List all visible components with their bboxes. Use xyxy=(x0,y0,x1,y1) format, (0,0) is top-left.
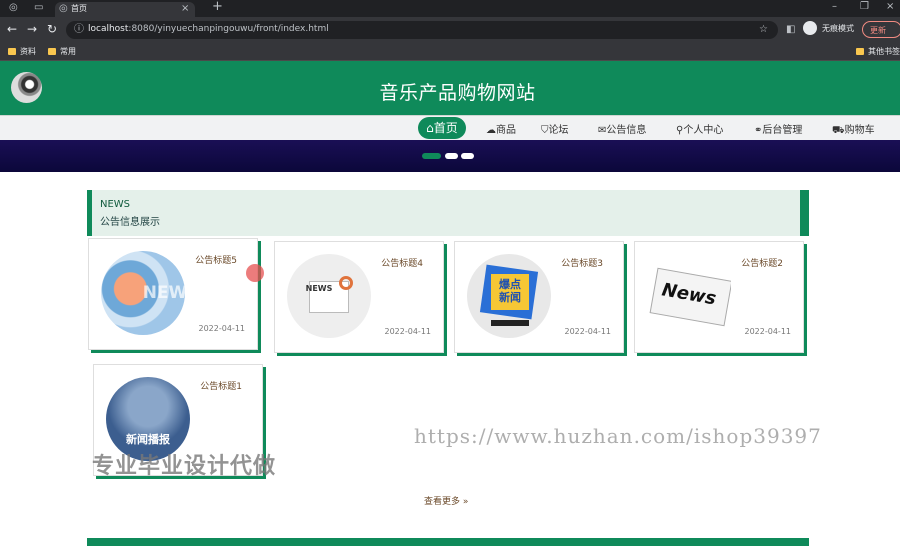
folder-icon xyxy=(8,48,16,55)
new-tab-button[interactable]: + xyxy=(212,0,223,13)
favicon-icon: ◎ xyxy=(59,3,68,14)
nav-item-cart[interactable]: ⛟购物车 xyxy=(832,121,875,138)
cart-icon: ⛟ xyxy=(832,125,845,136)
site-title: 音乐产品购物网站 xyxy=(379,82,536,104)
cloud-icon: ☁ xyxy=(486,125,496,136)
view-more-link[interactable]: 查看更多 » xyxy=(424,494,468,507)
section-title-zh: 公告信息展示 xyxy=(100,217,160,228)
globe-icon[interactable]: ◎ xyxy=(9,2,18,14)
folder-icon xyxy=(856,48,864,55)
shield-icon: ⛉ xyxy=(541,125,549,136)
nav-item-notices[interactable]: ✉公告信息 xyxy=(598,121,646,136)
notice-thumbnail: NEWS xyxy=(287,254,371,338)
notice-thumbnail: News xyxy=(647,254,731,338)
url-path: :8080/yinyuechanpingouwu/front/index.htm… xyxy=(128,24,329,34)
reload-icon[interactable]: ↻ xyxy=(47,23,57,35)
watermark-url: https://www.huzhan.com/ishop39397 xyxy=(414,424,822,448)
close-window-icon[interactable]: × xyxy=(886,1,894,13)
bookmark-star-icon[interactable]: ☆ xyxy=(759,24,768,36)
chevron-double-right-icon: » xyxy=(462,497,469,507)
next-section-header xyxy=(87,538,809,546)
notice-card[interactable]: News 公告标题2 2022-04-11 xyxy=(634,241,804,353)
notice-date: 2022-04-11 xyxy=(744,327,792,336)
info-icon[interactable]: ⓘ xyxy=(74,24,84,36)
thumbnail-caption: NEW xyxy=(142,283,185,303)
section-title-en: NEWS xyxy=(100,199,131,210)
nav-item-profile[interactable]: ⚲个人中心 xyxy=(676,121,723,136)
nav-item-forum[interactable]: ⛉论坛 xyxy=(541,121,569,136)
notice-section-header: NEWS 公告信息展示 xyxy=(87,190,809,236)
notice-card[interactable]: NEWS 公告标题4 2022-04-11 xyxy=(274,241,444,353)
address-bar[interactable]: ⓘ localhost:8080/yinyuechanpingouwu/fron… xyxy=(66,21,778,39)
carousel-dot-active[interactable] xyxy=(422,153,441,159)
folder-icon xyxy=(48,48,56,55)
home-icon: ⌂ xyxy=(426,121,434,135)
notice-date: 2022-04-11 xyxy=(198,324,246,333)
notice-title: 公告标题5 xyxy=(195,256,237,266)
notice-thumbnail: 爆点新闻 xyxy=(467,254,551,338)
back-icon[interactable]: ← xyxy=(7,23,17,35)
magnifier-icon xyxy=(339,276,353,290)
incognito-icon xyxy=(803,21,817,35)
mouse-cursor-icon xyxy=(246,264,264,282)
notice-title: 公告标题4 xyxy=(381,259,423,269)
thumbnail-caption: 爆点新闻 xyxy=(499,278,521,304)
update-button[interactable]: 更新 xyxy=(862,21,900,38)
tab-title: 首页 xyxy=(71,4,87,13)
url-text: localhost:8080/yinyuechanpingouwu/front/… xyxy=(88,24,329,34)
notice-section-header-inner: NEWS 公告信息展示 xyxy=(92,190,800,236)
notice-date: 2022-04-11 xyxy=(564,327,612,336)
watermark-text: 专业毕业设计代做 xyxy=(92,454,277,479)
nav-item-products[interactable]: ☁商品 xyxy=(486,121,516,136)
thumbnail-caption: 新闻播报 xyxy=(126,433,170,446)
tab-list-icon[interactable]: ▭ xyxy=(34,2,43,14)
notice-title: 公告标题1 xyxy=(200,382,242,392)
notice-title: 公告标题3 xyxy=(561,259,603,269)
main-nav: ⌂首页 ☁商品 ⛉论坛 ✉公告信息 ⚲个人中心 ⚭后台管理 ⛟购物车 xyxy=(0,115,900,140)
notice-date: 2022-04-11 xyxy=(384,327,432,336)
minimize-icon[interactable]: – xyxy=(832,1,837,13)
url-host: localhost xyxy=(88,24,129,34)
incognito-label: 无痕模式 xyxy=(822,24,854,33)
browser-toolbar: ← → ↻ ⓘ localhost:8080/yinyuechanpingouw… xyxy=(0,17,900,43)
carousel-dot[interactable] xyxy=(445,153,458,159)
site-header: 音乐产品购物网站 xyxy=(0,61,900,115)
carousel-dot[interactable] xyxy=(461,153,474,159)
side-panel-icon[interactable]: ◧ xyxy=(786,24,795,36)
close-tab-icon[interactable]: × xyxy=(181,3,189,15)
bookmark-folder[interactable]: 常用 xyxy=(48,46,76,57)
browser-tabstrip: ◎ ▭ ◎ 首页 × + – ❐ × xyxy=(0,0,900,17)
notice-card[interactable]: 爆点新闻 公告标题3 2022-04-11 xyxy=(454,241,624,353)
other-bookmarks[interactable]: 其他书签 xyxy=(856,46,900,57)
bookmarks-bar: 资料 常用 其他书签 xyxy=(0,43,900,61)
bookmark-folder[interactable]: 资料 xyxy=(8,46,36,57)
notice-title: 公告标题2 xyxy=(741,259,783,269)
restore-icon[interactable]: ❐ xyxy=(860,1,869,13)
carousel-banner[interactable] xyxy=(0,140,900,172)
tv-stand-icon xyxy=(491,320,529,326)
forward-icon[interactable]: → xyxy=(27,23,37,35)
nav-item-home[interactable]: ⌂首页 xyxy=(418,117,466,139)
notice-card[interactable]: NEW 公告标题5 2022-04-11 xyxy=(88,238,258,350)
nav-item-admin[interactable]: ⚭后台管理 xyxy=(754,121,802,136)
browser-tab-active[interactable]: ◎ 首页 × xyxy=(55,2,195,17)
notice-thumbnail: NEW xyxy=(101,251,185,335)
